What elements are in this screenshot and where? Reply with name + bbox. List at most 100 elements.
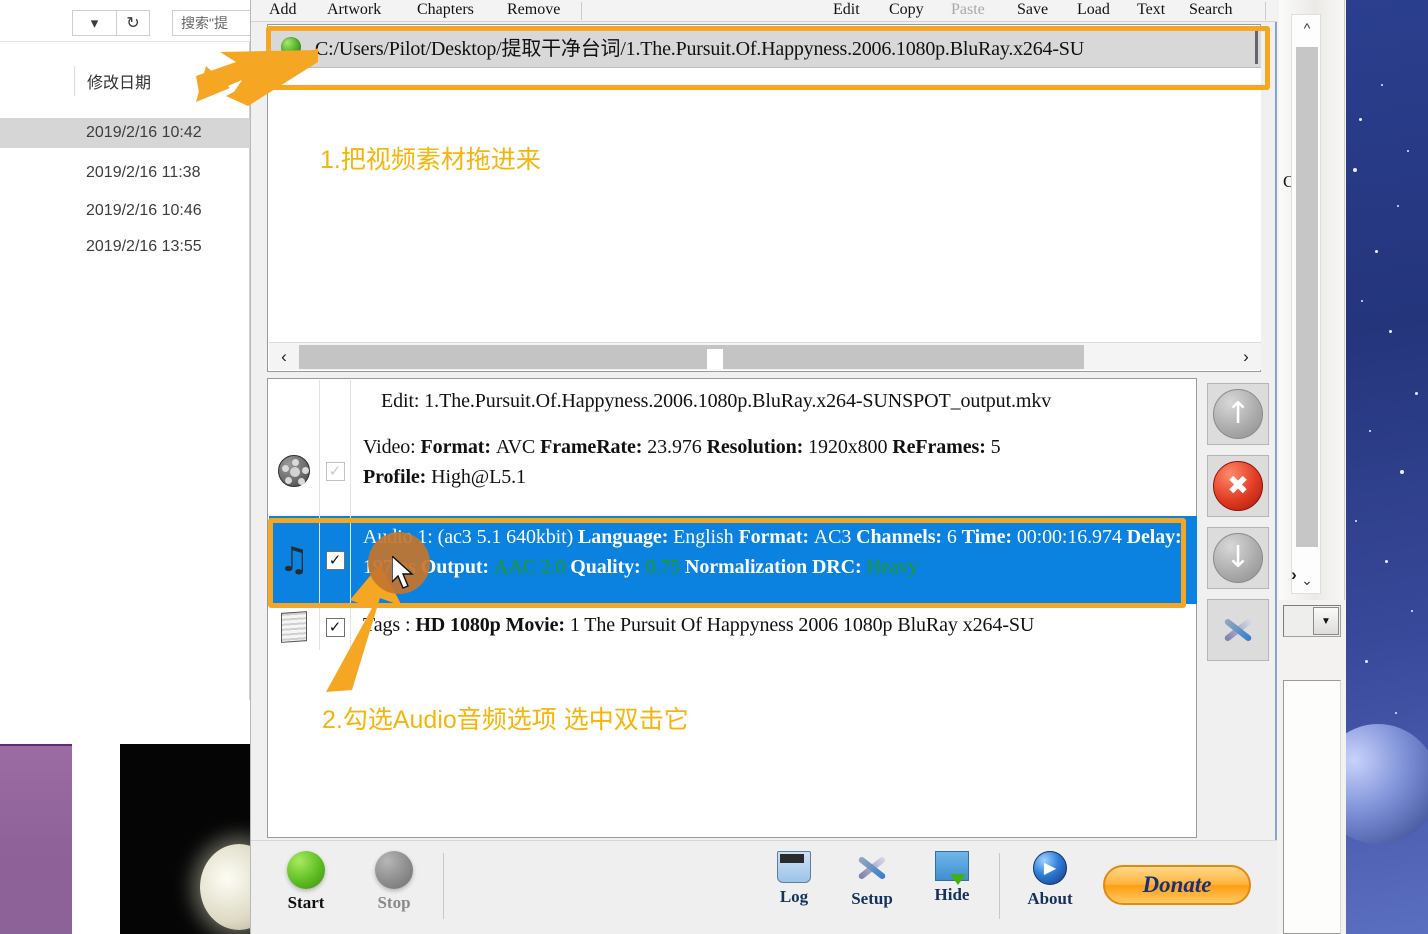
chevron-down-icon[interactable]: ▼ [1313,607,1339,635]
channels-label: Channels: [856,526,947,548]
source-file-row[interactable]: C:/Users/Pilot/Desktop/提取干净台词/1.The.Purs… [269,26,1261,68]
scrollbar-thumb[interactable] [299,344,1084,369]
menu-paste[interactable]: Paste [951,0,985,22]
tags-info: Tags : HD 1080p Movie: 1 The Pursuit Of … [351,604,1197,650]
normalization-value: Heavy [866,556,919,578]
source-drop-area[interactable] [269,68,1261,343]
chevron-up-icon[interactable]: ^ [1292,15,1322,41]
row-icon-slot [269,380,319,426]
menu-chapters[interactable]: Chapters [417,0,474,22]
vertical-scrollbar[interactable]: ^ ⌄ [1291,14,1321,594]
reframes-value: 5 [990,436,1001,458]
output-label: Output: [420,556,494,578]
chevron-right-icon[interactable]: › [1279,560,1309,590]
chevron-down-icon[interactable]: ▾ [72,10,116,36]
resolution-label: Resolution: [706,436,809,458]
planet-graphic [1345,724,1428,844]
menu-bar: Add Artwork Chapters Remove Edit Copy Pa… [251,0,1277,22]
arrow-up-icon: ↑ [1213,389,1263,439]
resolution-value: 1920x800 [808,436,893,458]
mouse-cursor-icon [392,556,414,589]
profile-value: High@L5.1 [431,466,526,488]
menu-divider [1265,2,1266,20]
list-item[interactable]: 2019/2/16 10:46 [0,196,250,226]
stop-label: Stop [377,893,411,912]
chevron-left-icon[interactable]: ‹ [269,344,299,370]
background-window-right: C ^ ⌄ › ▼ [1276,0,1346,934]
scrollbar-track[interactable] [299,344,1231,370]
about-button[interactable]: ▶ About [1007,851,1093,909]
menu-load[interactable]: Load [1077,0,1110,22]
background-dropdown[interactable]: ▼ [1283,605,1341,637]
background-photo-strip [0,700,278,934]
stop-button[interactable]: Stop [351,851,437,913]
red-x-icon: ✖ [1213,461,1263,511]
chevron-right-icon[interactable]: › [1231,344,1261,370]
purple-photo [0,744,72,934]
menu-save[interactable]: Save [1017,0,1048,22]
menu-artwork[interactable]: Artwork [327,0,381,22]
menu-search[interactable]: Search [1189,0,1233,22]
language-label: Language: [578,526,674,548]
annotation-step-1: 1.把视频素材拖进来 [320,146,541,174]
screen: ▾ ↻ 搜索"提 修改日期 2019/2/16 10:42 2019/2/16 … [0,0,1428,934]
delete-button[interactable]: ✖ [1207,455,1269,517]
list-item[interactable]: 2019/2/16 13:55 [0,232,250,262]
hide-button[interactable]: Hide [909,851,995,905]
format-label: Format: [420,436,496,458]
log-label: Log [779,887,809,906]
move-up-button[interactable]: ↑ [1207,383,1269,445]
menu-edit[interactable]: Edit [833,0,860,22]
table-row[interactable]: Edit: 1.The.Pursuit.Of.Happyness.2006.10… [269,380,1197,426]
gray-circle-icon [375,851,413,889]
tags-value: 1 The Pursuit Of Happyness 2006 1080p Bl… [569,614,1035,636]
arrow-to-source-path [196,48,318,106]
framerate-value: 23.976 [647,436,707,458]
framerate-label: FrameRate: [540,436,648,458]
annotation-step-2: 2.勾选Audio音频选项 选中双击它 [322,706,689,734]
quality-label: Quality: [570,556,646,578]
arrow-down-icon: ↓ [1213,533,1263,583]
video-checkbox[interactable]: ✓ [319,426,351,516]
aformat-value: AC3 [813,526,857,548]
aformat-label: Format: [738,526,814,548]
source-file-panel: C:/Users/Pilot/Desktop/提取干净台词/1.The.Purs… [267,24,1261,372]
start-button[interactable]: Start [263,851,349,913]
move-down-button[interactable]: ↓ [1207,527,1269,589]
source-file-path: C:/Users/Pilot/Desktop/提取干净台词/1.The.Purs… [315,38,1084,60]
log-icon [777,851,811,883]
channels-value: 6 [946,526,962,548]
donate-button[interactable]: Donate [1103,865,1251,905]
checkbox-unchecked[interactable]: ✓ [325,461,345,481]
horizontal-scrollbar[interactable]: ‹ › [269,342,1261,370]
play-circle-icon: ▶ [1033,851,1067,885]
language-value: English [673,526,739,548]
scrollbar-thumb[interactable] [1296,47,1318,547]
menu-add[interactable]: Add [269,0,297,22]
delay-label: Delay: [1126,526,1182,548]
menu-text[interactable]: Text [1137,0,1165,22]
menu-remove[interactable]: Remove [507,0,560,22]
quality-value: 0.75 [645,556,686,578]
log-button[interactable]: Log [751,851,837,907]
hide-window-icon [935,851,969,885]
edit-output-filename: Edit: 1.The.Pursuit.Of.Happyness.2006.10… [381,390,1052,412]
text-caret [1255,30,1258,64]
green-circle-icon [287,851,325,889]
time-label: Time: [961,526,1017,548]
tags-key: HD 1080p Movie: [415,614,570,636]
format-value: AVC [495,436,541,458]
menu-copy[interactable]: Copy [889,0,924,22]
list-item[interactable]: 2019/2/16 11:38 [0,158,250,188]
refresh-icon[interactable]: ↻ [116,10,150,36]
table-row[interactable]: ✓ Video: Format: AVC FrameRate: 23.976 R… [269,426,1197,516]
black-photo [120,744,278,934]
time-value: 00:00:16.974 [1016,526,1127,548]
about-label: About [1027,889,1073,908]
normalization-label: Normalization DRC: [685,556,867,578]
menu-divider [581,2,582,20]
hide-label: Hide [934,885,970,904]
background-panel [1283,680,1341,934]
track-settings-button[interactable] [1207,599,1269,661]
setup-button[interactable]: Setup [829,851,915,909]
